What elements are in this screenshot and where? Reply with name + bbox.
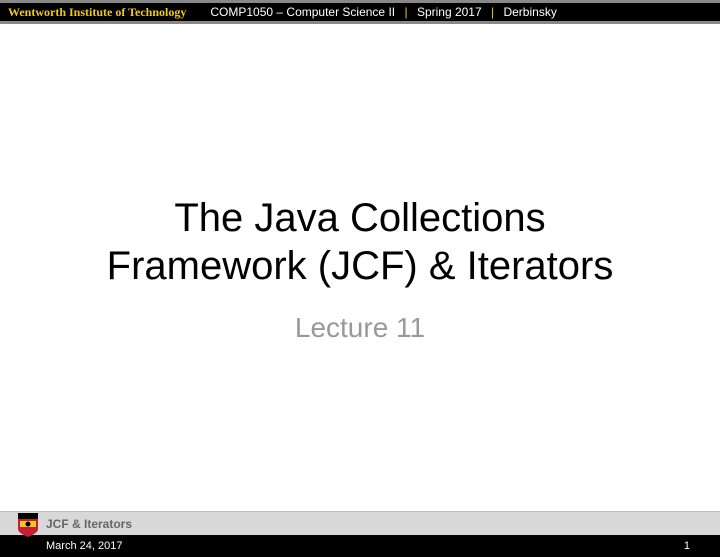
footer-date: March 24, 2017 [46,540,122,552]
header-bar: Wentworth Institute of Technology COMP10… [0,0,720,24]
page-number: 1 [684,540,690,552]
footer-topic-bar: JCF & Iterators [0,511,720,535]
instructor: Derbinsky [503,5,556,19]
slide-subtitle: Lecture 11 [295,312,425,344]
slide-title: The Java Collections Framework (JCF) & I… [107,194,614,290]
separator: | [485,5,500,19]
slide-body: The Java Collections Framework (JCF) & I… [0,24,720,454]
title-line-1: The Java Collections [174,196,545,240]
course-info: COMP1050 – Computer Science II | Spring … [194,5,556,19]
institute-name: Wentworth Institute of Technology [0,5,194,20]
title-line-2: Framework (JCF) & Iterators [107,244,614,288]
separator: | [398,5,413,19]
term: Spring 2017 [417,5,482,19]
course-code: COMP1050 – Computer Science II [210,5,395,19]
footer-bar: March 24, 2017 1 [0,535,720,557]
shield-icon [18,513,38,537]
footer-topic: JCF & Iterators [46,517,132,531]
